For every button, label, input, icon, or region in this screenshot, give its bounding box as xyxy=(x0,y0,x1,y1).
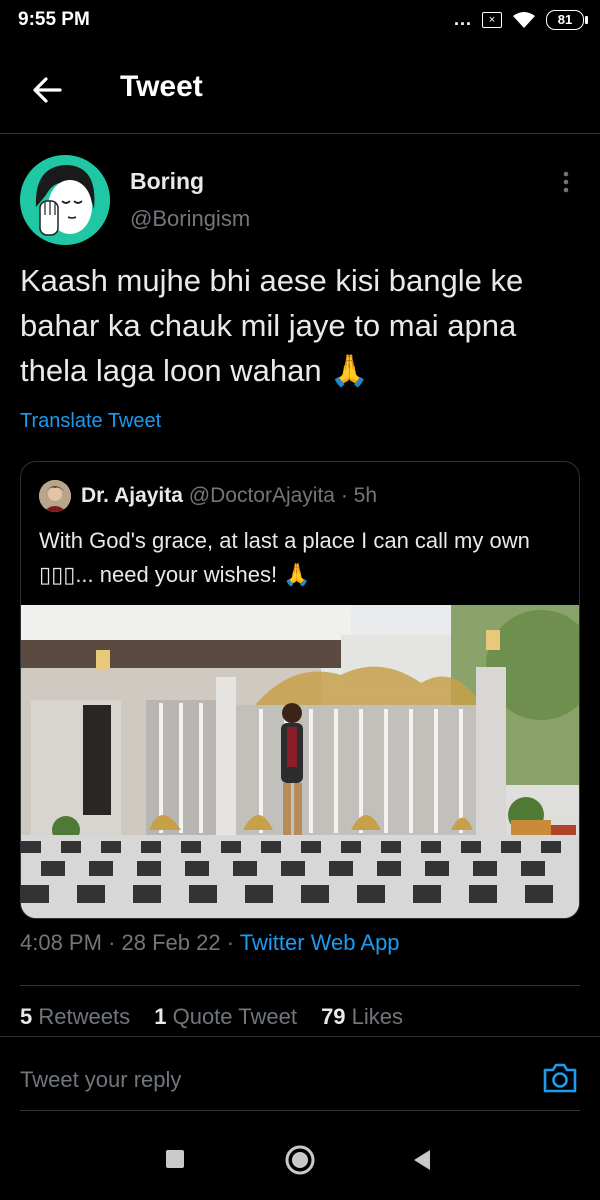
tweet-timestamp: 4:08 PM · 28 Feb 22 · Twitter Web App xyxy=(20,930,400,956)
quote-separator: · xyxy=(340,484,348,507)
quote-media-image[interactable] xyxy=(21,605,579,918)
page-title: Tweet xyxy=(120,70,203,103)
quote-avatar-photo xyxy=(39,480,71,512)
meta-separator: · xyxy=(226,930,235,955)
back-nav-icon[interactable] xyxy=(410,1147,434,1173)
quote-tweet-card[interactable]: Dr. Ajayita @DoctorAjayita · 5h With God… xyxy=(20,461,580,919)
header-divider xyxy=(0,133,600,134)
status-icons: ... × 81 xyxy=(453,9,588,30)
quote-tweets-label: Quote Tweet xyxy=(172,1004,297,1029)
likes-label: Likes xyxy=(351,1004,404,1029)
camera-button[interactable] xyxy=(541,1061,579,1095)
author-name[interactable]: Boring xyxy=(130,168,204,195)
tweet-text: Kaash mujhe bhi aese kisi bangle ke baha… xyxy=(20,263,524,388)
battery-icon: 81 xyxy=(546,9,588,30)
tweet-time: 4:08 PM xyxy=(20,930,102,955)
author-avatar[interactable] xyxy=(20,155,110,245)
more-options-button[interactable] xyxy=(556,168,576,198)
quote-time: 5h xyxy=(353,484,378,507)
reply-input[interactable] xyxy=(20,1062,500,1098)
recent-apps-icon[interactable] xyxy=(164,1148,186,1170)
tweet-stats: 5 Retweets 1 Quote Tweet 79 Likes xyxy=(20,1004,421,1030)
home-icon[interactable] xyxy=(283,1143,317,1177)
arrow-left-icon xyxy=(33,77,62,103)
likes-stat[interactable]: 79 Likes xyxy=(321,1004,421,1029)
stats-divider xyxy=(0,1036,600,1037)
avatar-illustration xyxy=(20,155,110,245)
retweets-count: 5 xyxy=(20,1004,33,1029)
more-vertical-icon xyxy=(563,171,569,193)
retweets-stat[interactable]: 5 Retweets xyxy=(20,1004,148,1029)
reply-divider xyxy=(20,1110,580,1111)
likes-count: 79 xyxy=(321,1004,346,1029)
meta-separator: · xyxy=(108,930,116,955)
wifi-icon xyxy=(513,11,535,28)
meta-divider xyxy=(20,985,580,986)
author-handle[interactable]: @Boringism xyxy=(130,206,250,232)
notification-icon: × xyxy=(482,11,502,28)
more-notifications-icon: ... xyxy=(453,9,472,29)
retweets-label: Retweets xyxy=(38,1004,131,1029)
tweet-date: 28 Feb 22 xyxy=(121,930,221,955)
quote-author-handle: @DoctorAjayita xyxy=(188,484,335,507)
status-time: 9:55 PM xyxy=(18,9,90,30)
quote-author-avatar xyxy=(39,480,71,512)
quote-text: With God's grace, at last a place I can … xyxy=(39,528,530,587)
quote-author-name: Dr. Ajayita xyxy=(81,484,183,507)
translate-tweet-link[interactable]: Translate Tweet xyxy=(20,410,161,433)
back-button[interactable] xyxy=(24,70,68,110)
house-gate-photo xyxy=(21,605,579,918)
tweet-source-link[interactable]: Twitter Web App xyxy=(240,930,400,955)
camera-icon xyxy=(543,1063,577,1093)
quote-meta: Dr. Ajayita @DoctorAjayita · 5h xyxy=(81,484,377,508)
quote-tweets-stat[interactable]: 1 Quote Tweet xyxy=(154,1004,315,1029)
quote-tweets-count: 1 xyxy=(154,1004,167,1029)
